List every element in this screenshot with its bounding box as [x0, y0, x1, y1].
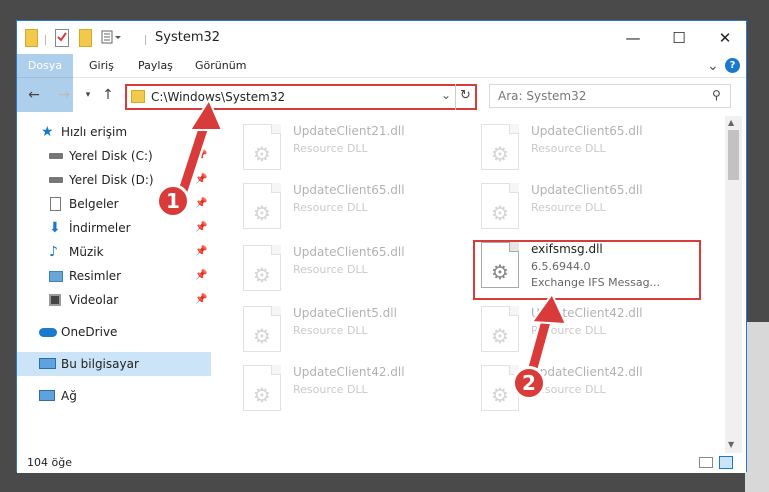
title-bar: System32 — ☐ ✕ [17, 21, 746, 54]
expand-ribbon-icon[interactable]: ⌄ [707, 54, 719, 78]
network-icon [39, 390, 55, 401]
sidebar-item-onedrive[interactable]: OneDrive [17, 320, 211, 344]
star-icon: ★ [41, 124, 54, 140]
file-item[interactable]: ⚙ UpdateClient42.dll Resource DLL [471, 361, 699, 419]
scroll-thumb[interactable] [728, 130, 739, 180]
pin-icon[interactable]: 📌 [195, 264, 207, 288]
ribbon-tabs: Dosya Giriş Paylaş Görünüm ⌄ ? [17, 54, 746, 112]
forward-arrow-icon[interactable]: → [55, 86, 73, 104]
navigation-bar: ← → ▾ ↑ C:\Windows\System32 ⌄ ↻ Ara: Sys… [17, 79, 746, 113]
sidebar-item-music[interactable]: ♪ Müzik 📌 [17, 240, 211, 264]
file-item[interactable]: ⚙ UpdateClient42.dll Resource DLL [471, 302, 699, 360]
vertical-scrollbar[interactable]: ▲ ▼ [725, 116, 742, 453]
file-item[interactable]: ⚙ UpdateClient5.dll Resource DLL [233, 302, 461, 360]
customize-qa-icon[interactable] [101, 29, 121, 47]
computer-icon [39, 358, 56, 369]
sidebar-item-network[interactable]: Ağ [17, 384, 211, 408]
file-item[interactable]: ⚙ UpdateClient65.dll Resource DLL [471, 120, 699, 178]
file-item[interactable]: ⚙ UpdateClient65.dll Resource DLL [233, 241, 461, 299]
pin-icon[interactable]: 📌 [195, 240, 207, 264]
step-badge-2: 2 [512, 366, 546, 400]
sidebar-item-videos[interactable]: Videolar 📌 [17, 288, 211, 312]
back-arrow-icon[interactable]: ← [25, 86, 43, 104]
pin-icon[interactable]: 📌 [195, 288, 207, 312]
separator [45, 35, 46, 45]
dll-file-icon: ⚙ [481, 124, 519, 170]
separator [145, 35, 146, 45]
videos-icon [49, 294, 61, 306]
details-view-icon[interactable] [699, 457, 713, 468]
background-panel [745, 322, 769, 492]
tab-share[interactable]: Paylaş [138, 54, 173, 78]
help-icon[interactable]: ? [725, 58, 740, 73]
drive-icon [49, 153, 63, 159]
pictures-icon [49, 271, 63, 282]
new-folder-icon[interactable] [79, 29, 92, 47]
window-title: System32 [155, 30, 221, 45]
dll-file-icon: ⚙ [243, 124, 281, 170]
address-dropdown-icon[interactable]: ⌄ [441, 88, 451, 102]
search-placeholder: Ara: System32 [498, 89, 587, 103]
music-icon: ♪ [49, 244, 58, 260]
separator [455, 84, 456, 110]
folder-icon[interactable] [25, 29, 38, 47]
scroll-up-icon[interactable]: ▲ [728, 118, 734, 127]
maximize-button[interactable]: ☐ [656, 21, 702, 54]
file-item[interactable]: ⚙ UpdateClient21.dll Resource DLL [233, 120, 461, 178]
file-item[interactable]: ⚙ UpdateClient65.dll Resource DLL [471, 179, 699, 237]
item-count: 104 öğe [27, 456, 72, 469]
file-item[interactable]: ⚙ UpdateClient42.dll Resource DLL [233, 361, 461, 419]
dll-file-icon: ⚙ [243, 245, 281, 291]
sidebar-item-pictures[interactable]: Resimler 📌 [17, 264, 211, 288]
explorer-window: System32 — ☐ ✕ Dosya Giriş Paylaş Görünü… [16, 20, 747, 473]
cloud-icon [39, 328, 57, 337]
minimize-button[interactable]: — [610, 21, 656, 54]
file-item[interactable]: ⚙ UpdateClient65.dll Resource DLL [233, 179, 461, 237]
recent-dropdown-icon[interactable]: ▾ [79, 86, 97, 104]
documents-icon [50, 197, 61, 211]
tab-view[interactable]: Görünüm [195, 54, 246, 78]
dll-file-icon: ⚙ [243, 183, 281, 229]
dll-file-icon: ⚙ [243, 365, 281, 411]
dll-file-icon: ⚙ [243, 306, 281, 352]
download-icon: ⬇ [49, 220, 61, 236]
drive-icon [49, 177, 63, 183]
step-badge-1: 1 [156, 184, 190, 218]
status-bar: 104 öğe [17, 453, 746, 473]
dll-file-icon: ⚙ [481, 183, 519, 229]
close-button[interactable]: ✕ [702, 21, 748, 54]
properties-icon[interactable] [55, 29, 69, 47]
up-arrow-icon[interactable]: ↑ [99, 86, 117, 104]
sidebar-item-this-pc[interactable]: Bu bilgisayar [17, 352, 211, 376]
search-input[interactable]: Ara: System32 ⚲ [489, 84, 731, 108]
scroll-down-icon[interactable]: ▼ [728, 440, 734, 449]
refresh-icon[interactable]: ↻ [460, 88, 471, 103]
search-icon[interactable]: ⚲ [712, 88, 721, 102]
tiles-view-icon[interactable] [719, 456, 733, 469]
folder-icon [131, 90, 145, 103]
tab-home[interactable]: Giriş [89, 54, 114, 78]
